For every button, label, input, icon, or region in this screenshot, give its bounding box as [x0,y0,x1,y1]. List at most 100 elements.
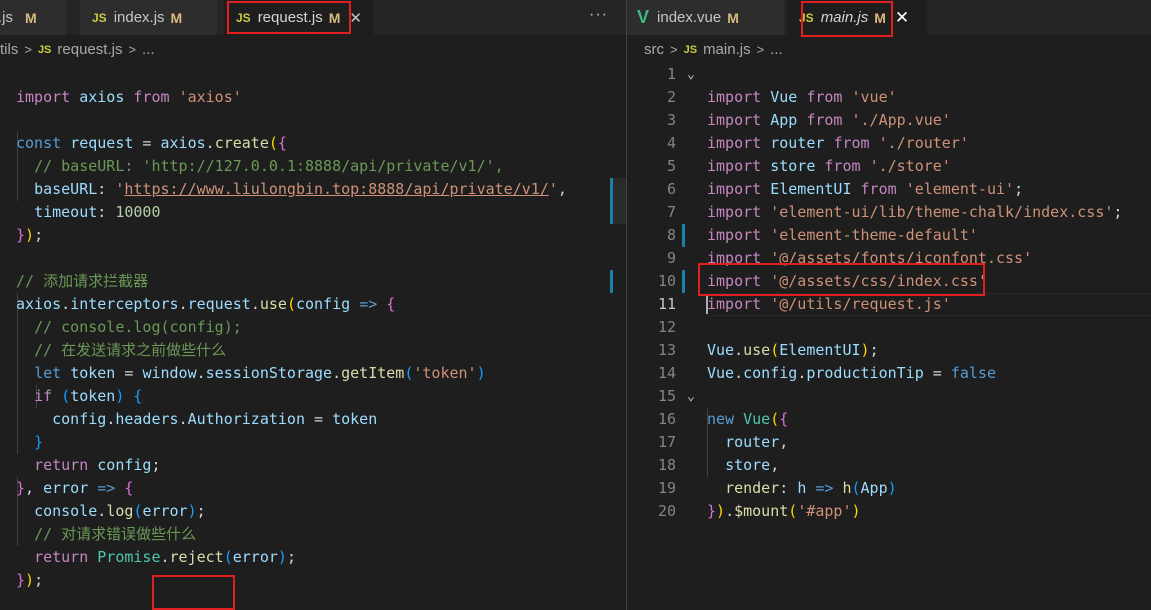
tab-request-js[interactable]: JS request.js M ✕ [224,0,374,35]
line-number: 14 [657,364,676,382]
code-line: 20 [627,500,1151,523]
modified-badge: M [874,9,886,26]
code-line: }); [16,571,44,589]
code-line: // console.log(config); [34,318,242,336]
breadcrumb: src > JS main.js > ... [627,37,1151,62]
code-line: 5 import ElementUI from 'element-ui'; [627,155,1151,198]
chevron-right-icon: > [670,42,678,57]
tab-label: index.js [113,9,165,26]
tab-label: .js [0,9,13,26]
code-line: 1 import Vue from 'vue' [627,63,1151,106]
code-line: import axios from 'axios' [16,88,242,106]
modified-badge: M [328,9,341,26]
code-line: 9 import '@/assets/css/index.css' [627,247,1151,290]
code-line: 16 router, [627,408,1151,451]
code-line: }); [16,226,44,244]
line-number: 4 [666,134,676,152]
code-line: 11 [627,293,1151,316]
left-tab-bar: .js M JS index.js M JS request.js M ✕ ··… [0,0,626,35]
tab-main-js[interactable]: JS main.js M ✕ [787,0,927,35]
tab-index-js[interactable]: JS index.js M [80,0,218,35]
code-line: if (token) { [34,387,143,405]
js-file-icon: JS [92,10,107,25]
right-editor-pane: V index.vue M JS main.js M ✕ src > JS ma… [627,0,1151,610]
right-tab-bar: V index.vue M JS main.js M ✕ [627,0,1151,35]
code-line: 18 render: h => h(App) [627,454,1151,497]
code-line: export default request [0,592,626,610]
breadcrumb-folder[interactable]: tils [0,41,18,58]
line-number: 15 [657,387,676,405]
code-line: 8 import '@/assets/fonts/iconfont.css' [627,224,1151,267]
line-number: 8 [666,226,676,244]
code-line: const request = axios.create({ [16,134,287,152]
line-number: 3 [666,111,676,129]
breadcrumb-symbols[interactable]: ... [142,41,155,58]
code-line: return Promise.reject(error); [34,548,296,566]
code-line: // 对请求错误做些什么 [34,525,197,543]
code-line: config.headers.Authorization = token [52,410,378,428]
code-line: 7 import 'element-theme-default' [627,201,1151,244]
chevron-right-icon: > [756,42,765,57]
close-icon[interactable]: ✕ [895,8,909,28]
line-number: 7 [666,203,676,221]
line-number: 13 [657,341,676,359]
tab-label: main.js [820,9,869,26]
breadcrumb-file[interactable]: main.js [703,41,751,58]
line-number: 12 [657,318,676,336]
line-number: 6 [666,180,676,198]
line-number: 1 [666,65,676,83]
code-line: // 在发送请求之前做些什么 [34,341,227,359]
breadcrumb-file[interactable]: request.js [57,41,122,58]
js-file-icon: JS [799,10,814,25]
tab-index-vue[interactable]: V index.vue M [627,0,785,35]
chevron-right-icon: > [128,42,137,57]
tab-label: index.vue [657,9,722,26]
more-actions-icon[interactable]: ··· [589,6,608,24]
code-line: 3 import router from './router' [627,109,1151,152]
code-line: timeout: 10000 [34,203,161,221]
vue-file-icon: V [637,7,650,27]
close-icon[interactable]: ✕ [349,9,362,27]
line-number: 18 [657,456,676,474]
code-line: axios.interceptors.request.use(config =>… [16,295,396,313]
chevron-right-icon: > [24,42,32,57]
code-line: 19 }).$mount('#app') [627,477,1151,520]
code-line: 15 new Vue({ [627,385,1151,428]
modified-badge: M [170,9,183,26]
left-editor-pane: .js M JS index.js M JS request.js M ✕ ··… [0,0,626,610]
tab-label: request.js [257,9,323,26]
line-number: 16 [657,410,676,428]
code-line: console.log(error); [34,502,206,520]
tab-js-partial[interactable]: .js M [0,0,67,35]
code-line: 10 import '@/utils/request.js' [627,270,1151,313]
code-line: 2 import App from './App.vue' [627,86,1151,129]
line-number: 11 [657,295,676,313]
line-number: 9 [666,249,676,267]
code-line: } [34,433,44,451]
code-line: 13 Vue.config.productionTip = false [627,339,1151,382]
code-line: }, error => { [16,479,134,497]
js-file-icon: JS [683,43,698,56]
code-line: 6 import 'element-ui/lib/theme-chalk/ind… [627,178,1151,221]
js-file-icon: JS [37,43,52,56]
line-number: 5 [666,157,676,175]
breadcrumb-folder[interactable]: src [644,41,664,58]
code-line: let token = window.sessionStorage.getIte… [34,364,486,382]
modified-badge: M [25,9,37,26]
breadcrumb: tils > JS request.js > ... [0,37,626,62]
line-number: 20 [657,502,676,520]
line-number: 17 [657,433,676,451]
code-line: 17 store, [627,431,1151,474]
code-line: 14 [627,362,1151,385]
line-number: 19 [657,479,676,497]
js-file-icon: JS [236,10,251,25]
code-line: baseURL: 'https://www.liulongbin.top:888… [34,180,567,198]
code-line: 4 import store from './store' [627,132,1151,175]
code-line: 12 Vue.use(ElementUI); [627,316,1151,359]
modified-badge: M [727,9,739,26]
line-number: 10 [657,272,676,290]
line-number: 2 [666,88,676,106]
breadcrumb-symbols[interactable]: ... [770,41,783,58]
code-line: return config; [34,456,161,474]
code-line: // 添加请求拦截器 [16,272,149,290]
